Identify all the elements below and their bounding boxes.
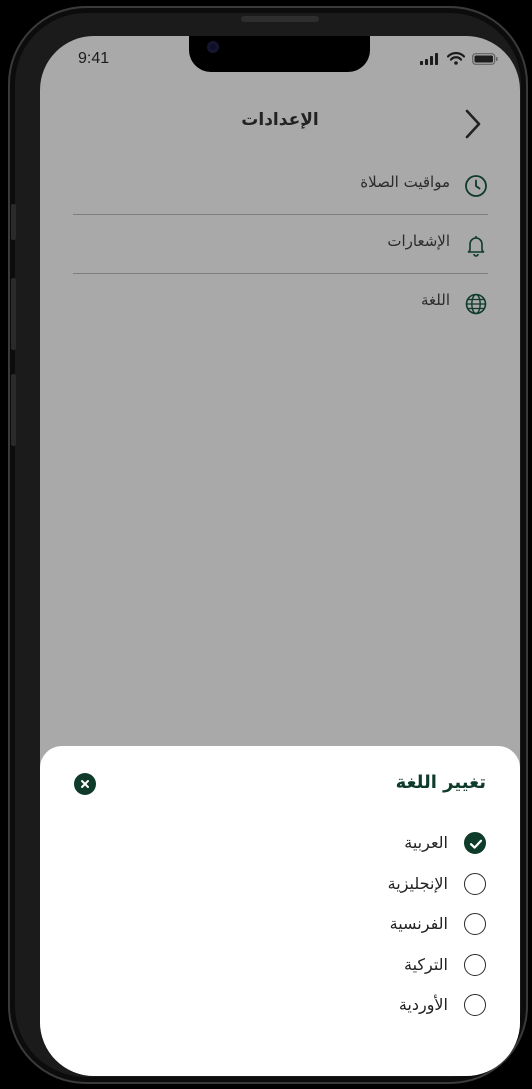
close-icon xyxy=(81,780,89,788)
radio-unchecked[interactable] xyxy=(464,954,486,976)
status-time: 9:41 xyxy=(78,50,110,67)
language-option-arabic[interactable]: العربية xyxy=(286,830,486,858)
radio-unchecked[interactable] xyxy=(464,913,486,935)
radio-checked[interactable] xyxy=(464,832,486,854)
settings-item-label: مواقيت الصلاة xyxy=(360,173,450,191)
option-label: الإنجليزية xyxy=(387,874,448,893)
mute-switch xyxy=(11,204,16,240)
option-label: الأوردية xyxy=(398,995,448,1014)
volume-down-button xyxy=(11,374,16,446)
front-camera xyxy=(207,41,219,53)
wifi-icon xyxy=(447,52,465,65)
language-option-french[interactable]: الفرنسية xyxy=(286,911,486,939)
status-icons xyxy=(420,52,498,65)
settings-item-prayer-times[interactable]: مواقيت الصلاة xyxy=(73,162,488,220)
earpiece-speaker xyxy=(241,16,319,22)
language-option-turkish[interactable]: التركية xyxy=(286,952,486,980)
clock-icon xyxy=(465,175,487,197)
radio-unchecked[interactable] xyxy=(464,994,486,1016)
radio-unchecked[interactable] xyxy=(464,873,486,895)
language-option-english[interactable]: الإنجليزية xyxy=(286,871,486,899)
bell-icon xyxy=(467,236,485,257)
chevron-back-icon xyxy=(465,109,481,139)
settings-item-label: الإشعارات xyxy=(387,232,450,250)
close-button[interactable] xyxy=(74,773,96,795)
phone-frame: 9:41 الإعدادات مواقيت الصلاة الإشعارات ا… xyxy=(8,6,528,1084)
divider xyxy=(73,273,488,274)
settings-item-language[interactable]: اللغة xyxy=(73,280,488,338)
notch xyxy=(189,36,370,72)
page-title: الإعدادات xyxy=(241,110,319,130)
volume-up-button xyxy=(11,278,16,350)
option-label: العربية xyxy=(404,833,448,852)
screen: 9:41 الإعدادات مواقيت الصلاة الإشعارات ا… xyxy=(40,36,520,1076)
sheet-title: تغيير اللغة xyxy=(395,772,486,793)
language-bottom-sheet: تغيير اللغة العربية الإنجليزية الفرنسية … xyxy=(40,746,520,1076)
option-label: التركية xyxy=(404,955,448,974)
globe-icon xyxy=(465,293,487,315)
signal-icon xyxy=(420,52,438,65)
settings-item-label: اللغة xyxy=(421,291,450,309)
divider xyxy=(73,214,488,215)
option-label: الفرنسية xyxy=(389,914,448,933)
language-option-urdu[interactable]: الأوردية xyxy=(286,992,486,1020)
check-icon xyxy=(469,839,483,849)
battery-icon xyxy=(472,52,498,65)
settings-item-notifications[interactable]: الإشعارات xyxy=(73,221,488,279)
back-button[interactable] xyxy=(460,108,486,140)
